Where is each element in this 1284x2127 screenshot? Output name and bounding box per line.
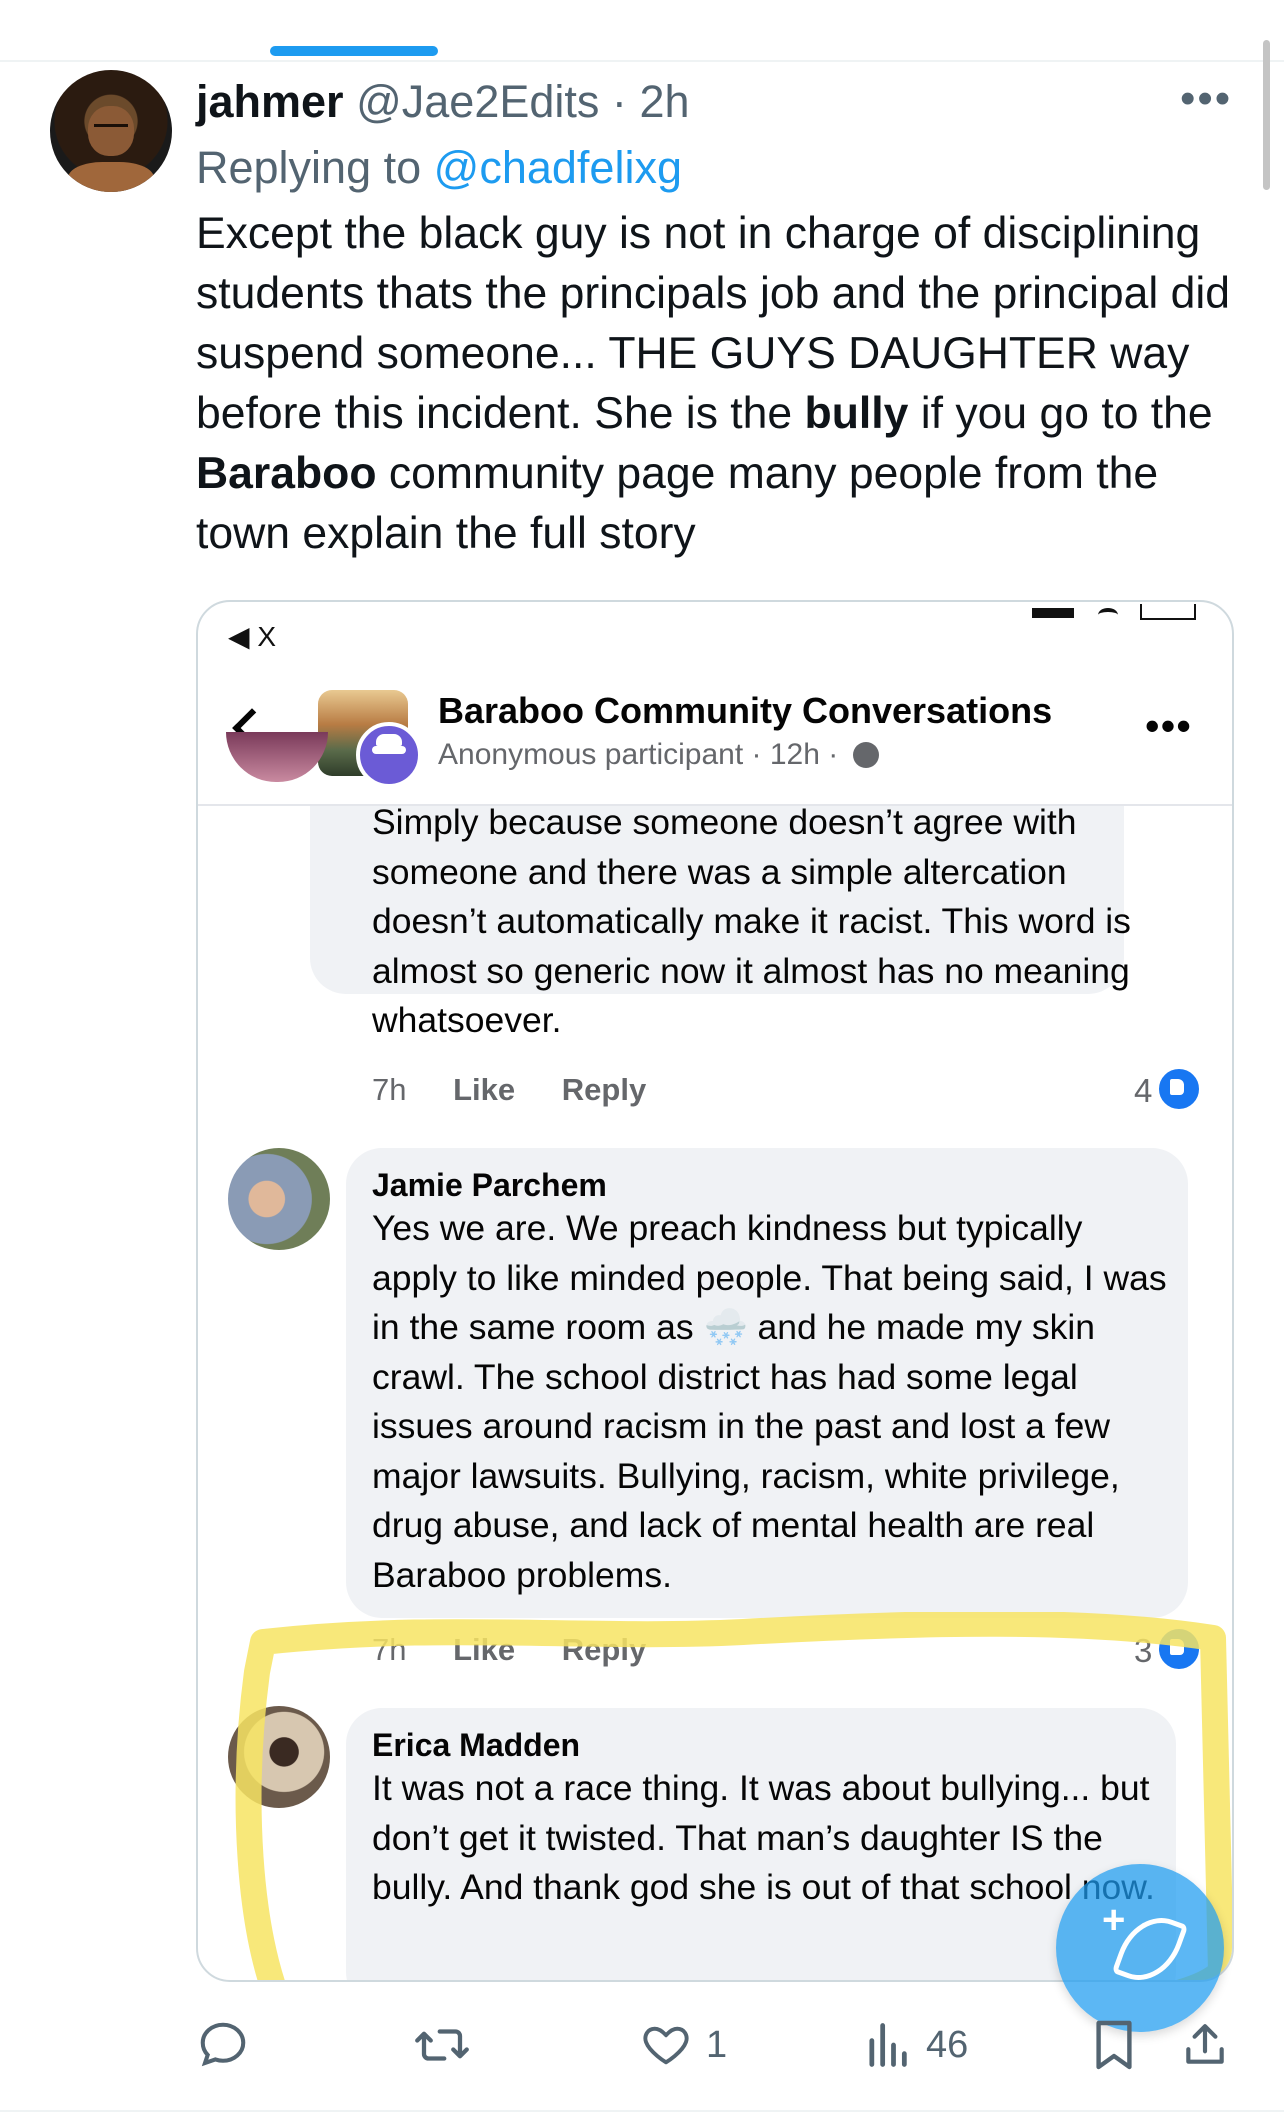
- battery-icon: [1140, 604, 1196, 620]
- reply-action[interactable]: [196, 2010, 250, 2080]
- comment-1-reactions: 4: [1134, 1066, 1203, 1112]
- comment-2-avatar: [228, 1148, 330, 1250]
- tweet-text-bold-bully: bully: [804, 389, 909, 438]
- replying-to-label: Replying to: [196, 142, 422, 193]
- comment-1-reaction-count: 4: [1134, 1072, 1153, 1109]
- replying-to-handle[interactable]: @chadfelixg: [434, 142, 682, 193]
- divider: [0, 2110, 1284, 2112]
- share-icon: [1186, 2024, 1224, 2064]
- comment-1-like-button: Like: [453, 1072, 516, 1107]
- plus-icon: +: [1102, 1898, 1126, 1942]
- byline-separator: ·: [751, 738, 762, 771]
- bookmark-action[interactable]: [1092, 2010, 1136, 2080]
- avatar-shirt: [68, 162, 154, 192]
- like-reaction-icon: [1156, 1626, 1203, 1672]
- screenshot-status-left: ◀ X: [228, 621, 276, 652]
- tweet-time[interactable]: 2h: [639, 76, 689, 127]
- avatar-eyes: [94, 124, 128, 133]
- screenshot-status-icons: [1012, 602, 1196, 622]
- comment-2-age: 7h: [372, 1632, 407, 1667]
- comment-2-reply-button: Reply: [561, 1632, 647, 1667]
- comment-1-meta: 7h Like Reply: [372, 1072, 684, 1108]
- byline-separator-2: ·: [828, 738, 839, 771]
- separator-dot: ·: [611, 76, 627, 127]
- reply-icon: [200, 2022, 246, 2067]
- comment-2-author: Jamie Parchem: [372, 1167, 607, 1203]
- comment-2-like-button: Like: [453, 1632, 516, 1667]
- comment-1-reply-button: Reply: [561, 1072, 647, 1107]
- comment-1-text: Simply because someone doesn’t agree wit…: [372, 802, 1131, 1040]
- share-action[interactable]: [1180, 2010, 1230, 2080]
- fb-more-icon: •••: [1144, 702, 1192, 749]
- like-reaction-icon: [1156, 1066, 1203, 1112]
- comment-2-reactions: 3: [1134, 1626, 1203, 1672]
- retweet-icon: [415, 2029, 469, 2061]
- views-count: 46: [926, 2023, 969, 2066]
- comment-2-text-b: and he made my skin crawl. The school di…: [372, 1307, 1120, 1595]
- comment-2-meta: 7h Like Reply: [372, 1632, 684, 1668]
- snow-cloud-emoji-icon: 🌨️: [703, 1307, 748, 1347]
- active-tab-indicator: [270, 46, 438, 56]
- attached-screenshot[interactable]: ◀ X Baraboo Community Conversations Anon…: [196, 600, 1234, 1982]
- like-count: 1: [706, 2023, 728, 2066]
- comment-2-text: Yes we are. We preach kindness but typic…: [372, 1204, 1172, 1600]
- like-action[interactable]: 1: [640, 2010, 727, 2080]
- group-name: Baraboo Community Conversations: [438, 690, 1053, 731]
- bookmark-icon: [1096, 2020, 1132, 2070]
- retweet-action[interactable]: [412, 2010, 472, 2080]
- poster-name: Anonymous participant: [438, 738, 744, 771]
- tweet-text-part-2: if you go to the: [908, 389, 1213, 438]
- comment-3-author: Erica Madden: [372, 1727, 581, 1763]
- comment-2-reaction-count: 3: [1134, 1632, 1153, 1669]
- views-action[interactable]: 46: [864, 2010, 968, 2080]
- comment-3-text: It was not a race thing. It was about bu…: [372, 1768, 1155, 1907]
- globe-icon: [852, 742, 879, 768]
- author-display-name[interactable]: jahmer: [196, 76, 344, 127]
- author-avatar[interactable]: [50, 70, 172, 192]
- tweet-action-bar: 1 46: [0, 2010, 1284, 2090]
- author-handle[interactable]: @Jae2Edits: [356, 76, 599, 127]
- wifi-icon: [1098, 608, 1118, 622]
- comment-3-avatar: [228, 1706, 330, 1808]
- comment-1-age: 7h: [372, 1072, 407, 1107]
- tweet-text-bold-baraboo: Baraboo: [196, 449, 377, 498]
- fb-post-header: Baraboo Community Conversations Anonymou…: [198, 674, 1232, 806]
- more-options-icon[interactable]: •••: [1180, 77, 1232, 121]
- views-icon: [869, 2023, 907, 2067]
- post-byline: Anonymous participant · 12h ·: [438, 738, 879, 772]
- replying-to-line: Replying to @chadfelixg: [196, 140, 682, 196]
- compose-reply-button[interactable]: +: [1056, 1864, 1224, 2032]
- heart-icon: [643, 2026, 689, 2065]
- tweet-text: Except the black guy is not in charge of…: [196, 204, 1236, 564]
- signal-icon: [1032, 608, 1074, 618]
- anonymous-participant-icon: [356, 722, 422, 788]
- post-time: 12h: [769, 738, 820, 771]
- tweet-header: jahmer @Jae2Edits · 2h: [196, 74, 690, 130]
- scrollbar[interactable]: [1263, 40, 1270, 190]
- top-tab-bar: [0, 0, 1284, 62]
